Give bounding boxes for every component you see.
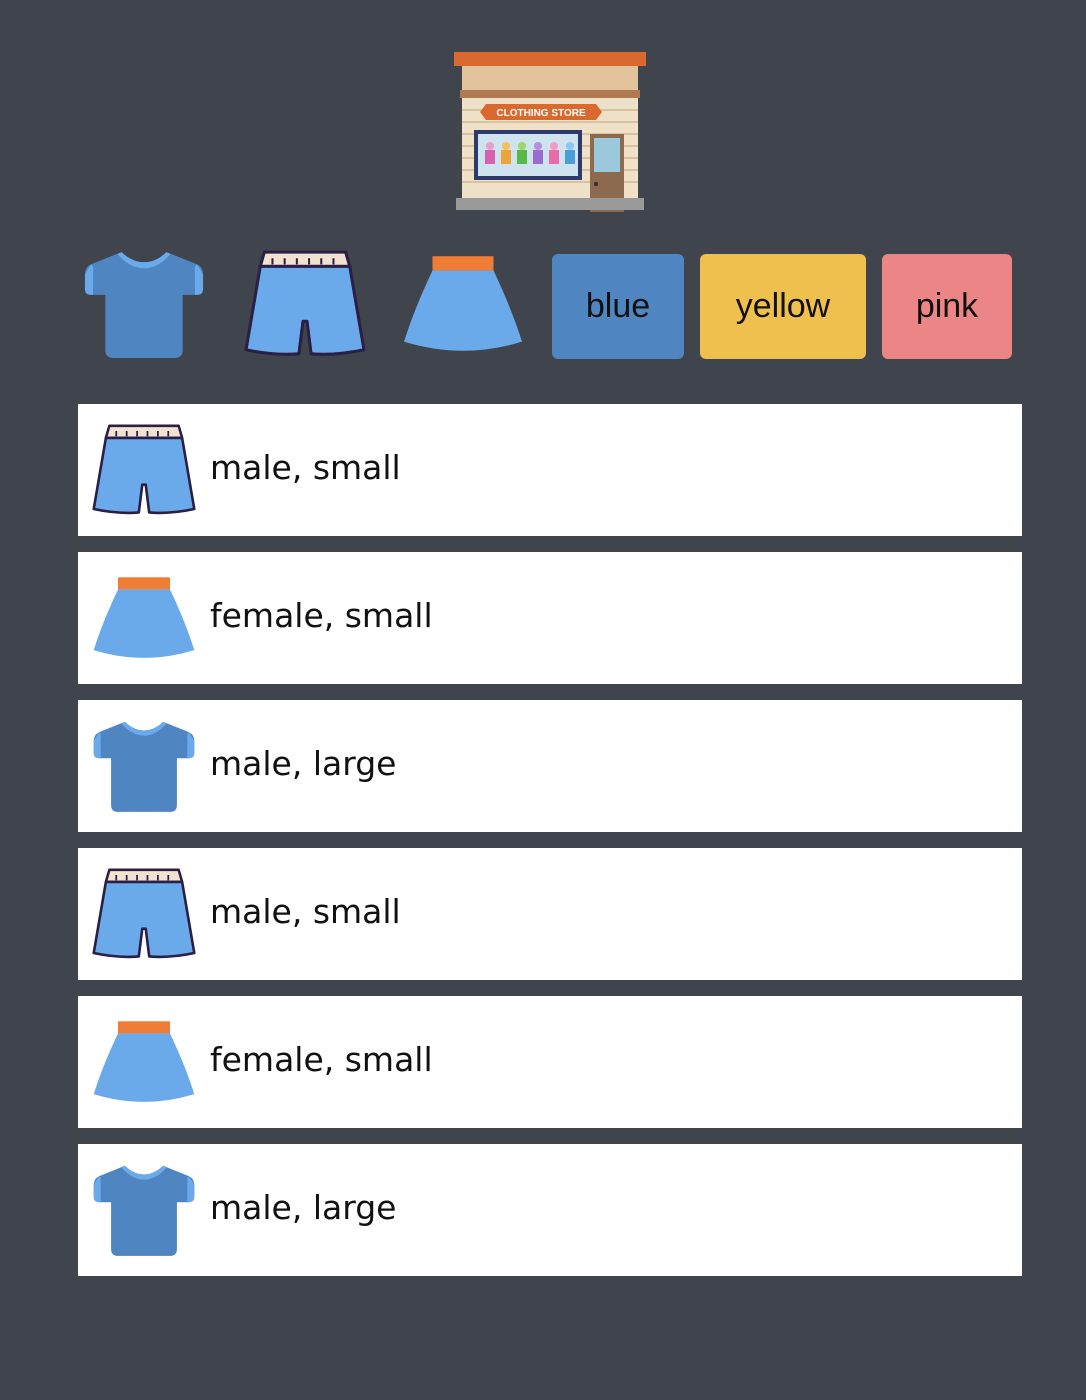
item-label: female, small <box>210 1040 433 1079</box>
item-label: male, small <box>210 448 401 487</box>
skirt-icon <box>92 1010 196 1114</box>
shorts-icon <box>92 418 196 522</box>
store-sign-text: CLOTHING STORE <box>496 108 586 119</box>
clothing-list: male, small female, small male, large ma… <box>78 404 1022 1292</box>
item-label: male, small <box>210 892 401 931</box>
shorts-icon[interactable] <box>244 248 366 360</box>
skirt-icon <box>92 566 196 670</box>
color-button-pink[interactable]: pink <box>882 254 1012 359</box>
tshirt-icon <box>92 1158 196 1262</box>
list-item[interactable]: female, small <box>78 552 1022 684</box>
list-item[interactable]: male, large <box>78 1144 1022 1276</box>
item-label: male, large <box>210 1188 397 1227</box>
color-button-blue[interactable]: blue <box>552 254 684 359</box>
tshirt-icon <box>92 714 196 818</box>
list-item[interactable]: male, small <box>78 848 1022 980</box>
item-label: female, small <box>210 596 433 635</box>
color-button-yellow[interactable]: yellow <box>700 254 866 359</box>
clothing-store-icon: CLOTHING STORE <box>452 50 648 214</box>
item-label: male, large <box>210 744 397 783</box>
shorts-icon <box>92 862 196 966</box>
list-item[interactable]: male, small <box>78 404 1022 536</box>
list-item[interactable]: male, large <box>78 700 1022 832</box>
tshirt-icon[interactable] <box>82 248 206 360</box>
list-item[interactable]: female, small <box>78 996 1022 1128</box>
skirt-icon[interactable] <box>402 248 524 360</box>
toolbar: blue yellow pink <box>0 240 1086 370</box>
